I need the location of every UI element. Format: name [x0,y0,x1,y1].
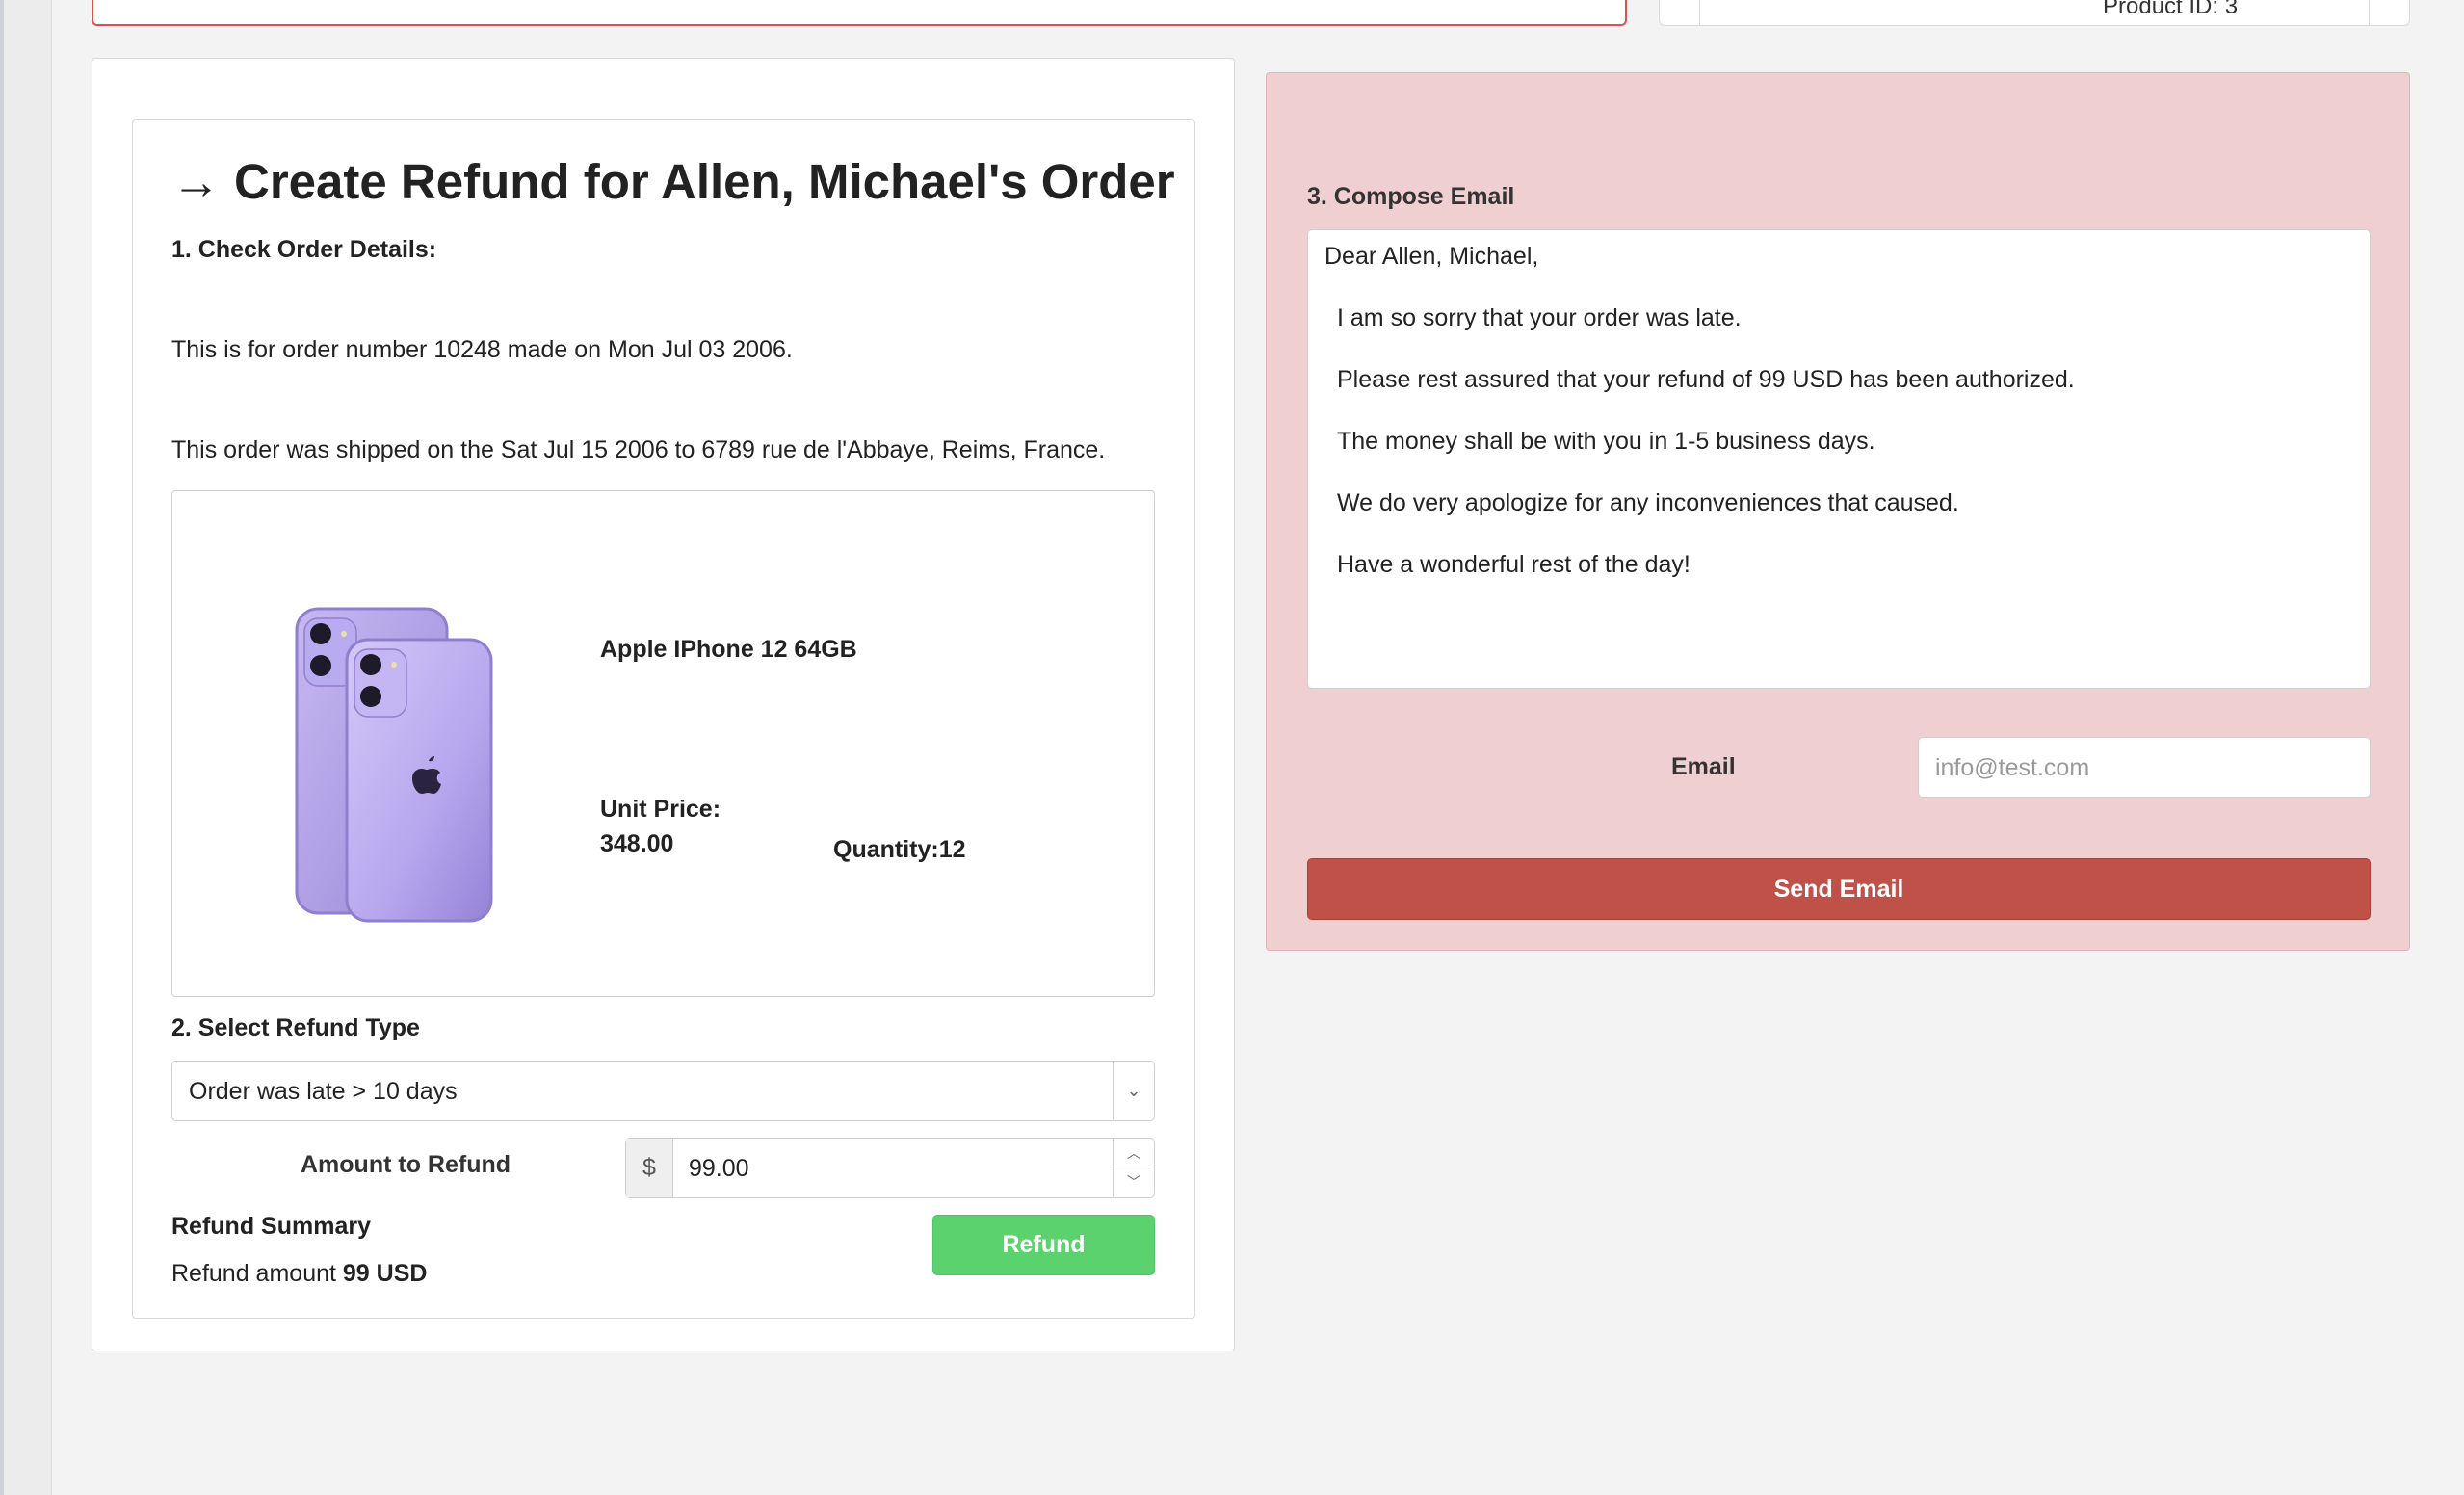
shipping-info-text: This order was shipped on the Sat Jul 15… [171,436,1106,463]
step3-heading: 3. Compose Email [1307,183,1515,210]
email-line: I am so sorry that your order was late. [1337,304,1742,331]
refund-summary-heading: Refund Summary [171,1213,371,1240]
email-label: Email [1671,753,1736,780]
top-product-card: Product ID: 3 [1659,0,2410,26]
left-edge-line [0,0,4,1495]
quantity-label: Quantity:12 [833,836,966,863]
refund-type-select[interactable]: Order was late > 10 days ⌄ [171,1061,1155,1121]
email-line: The money shall be with you in 1-5 busin… [1337,428,1875,455]
amount-to-refund-label: Amount to Refund [301,1151,511,1178]
unit-price-value: 348.00 [600,830,674,857]
refund-summary-text: Refund amount 99 USD [171,1260,427,1288]
refund-summary-prefix: Refund amount [171,1260,336,1287]
top-card-divider-right [2369,0,2370,26]
email-line: Have a wonderful rest of the day! [1337,551,1691,578]
email-line: Please rest assured that your refund of … [1337,366,2075,393]
compose-email-panel: 3. Compose Email Dear Allen, Michael, I … [1266,72,2410,951]
email-body-textarea[interactable]: Dear Allen, Michael, I am so sorry that … [1307,229,2371,689]
email-placeholder: info@test.com [1935,754,2090,781]
top-card-divider-left [1699,0,1700,26]
order-info-text: This is for order number 10248 made on M… [171,336,793,363]
left-edge-strip [0,0,52,1495]
chevron-up-icon[interactable]: ︿ [1114,1139,1154,1167]
step2-heading: 2. Select Refund Type [171,1014,420,1041]
email-field[interactable]: info@test.com [1918,737,2371,798]
step1-heading: 1. Check Order Details: [171,236,437,263]
refund-button[interactable]: Refund [932,1215,1155,1275]
chevron-down-icon[interactable]: ⌄ [1113,1062,1154,1120]
page-title-text: Create Refund for Allen, Michael's Order [234,154,1175,209]
purple-iphone-image [295,607,493,923]
refund-panel: → Create Refund for Allen, Michael's Orde… [92,58,1235,1351]
dollar-prefix: $ [626,1139,673,1197]
email-line: We do very apologize for any inconvenien… [1337,489,1959,516]
product-name: Apple IPhone 12 64GB [600,636,857,663]
page-title: → Create Refund for Allen, Michael's Orde… [171,153,1175,210]
amount-stepper[interactable]: ︿ ﹀ [1113,1139,1154,1197]
product-card: Apple IPhone 12 64GB Unit Price: 348.00 … [171,490,1155,997]
amount-input-group[interactable]: $ 99.00 ︿ ﹀ [625,1138,1155,1198]
refund-type-value: Order was late > 10 days [189,1078,458,1105]
product-id-label: Product ID: 3 [2103,0,2239,19]
email-line: Dear Allen, Michael, [1324,243,1539,270]
unit-price-label: Unit Price: [600,796,721,823]
top-form-field[interactable] [92,0,1627,26]
refund-summary-amount: 99 USD [342,1260,428,1287]
send-email-button[interactable]: Send Email [1307,858,2371,920]
refund-card: → Create Refund for Allen, Michael's Orde… [132,119,1195,1319]
chevron-down-icon[interactable]: ﹀ [1114,1167,1154,1196]
amount-input[interactable]: 99.00 [689,1155,749,1183]
arrow-right-icon: → [171,154,221,209]
